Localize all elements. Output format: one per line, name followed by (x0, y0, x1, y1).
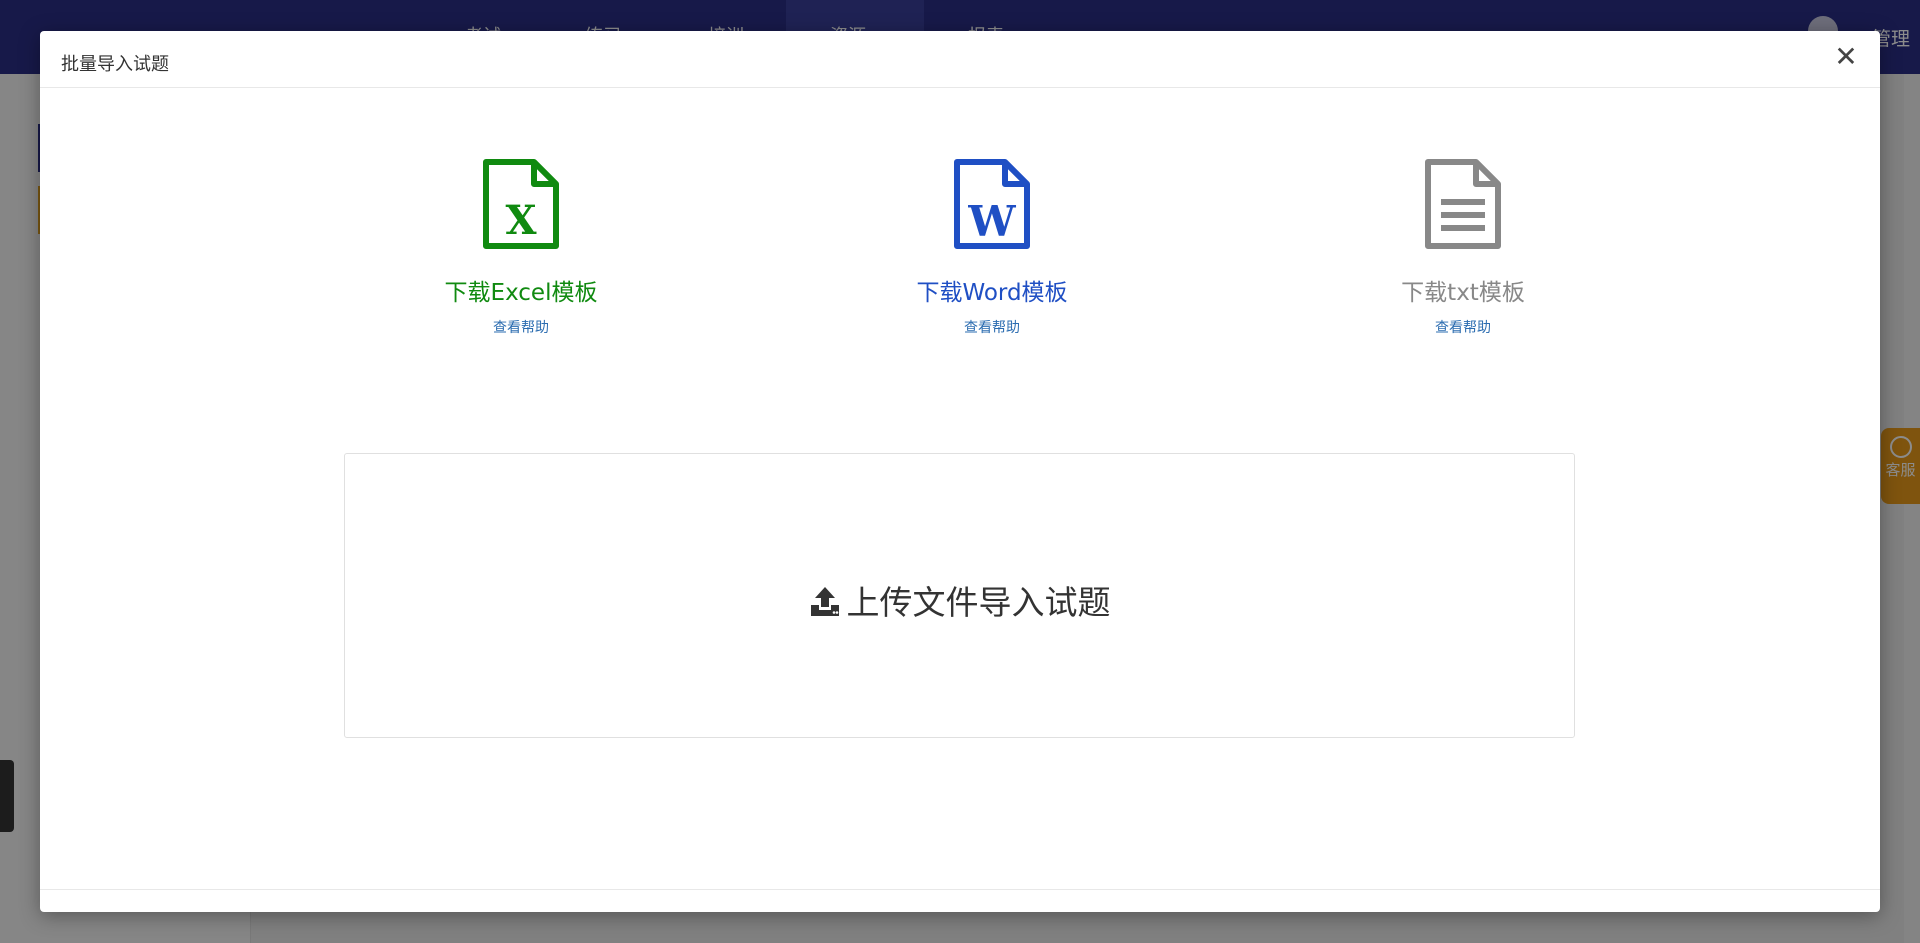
word-template-card: W 下载Word模板 查看帮助 (872, 159, 1112, 337)
upload-label: 上传文件导入试题 (846, 583, 1111, 622)
import-questions-dialog: 批量导入试题 ✕ X 下载Excel模板 查看帮助 W 下载Word模板 查看帮… (40, 31, 1880, 912)
excel-file-icon[interactable]: X (482, 159, 560, 249)
txt-help-link[interactable]: 查看帮助 (1343, 317, 1583, 337)
txt-file-icon[interactable] (1424, 159, 1502, 249)
dialog-title: 批量导入试题 (61, 54, 169, 75)
upload-icon (810, 587, 839, 616)
upload-button[interactable]: 上传文件导入试题 (345, 576, 1574, 624)
excel-help-link[interactable]: 查看帮助 (401, 317, 641, 337)
upload-drop-area[interactable]: 上传文件导入试题 (344, 453, 1575, 738)
dialog-header: 批量导入试题 ✕ (40, 31, 1880, 88)
download-txt-template-link[interactable]: 下载txt模板 (1343, 273, 1583, 307)
excel-glyph: X (505, 197, 536, 244)
word-glyph: W (967, 197, 1016, 246)
excel-template-card: X 下载Excel模板 查看帮助 (401, 159, 641, 337)
close-icon[interactable]: ✕ (1832, 43, 1860, 71)
dialog-footer (40, 889, 1880, 912)
download-excel-template-link[interactable]: 下载Excel模板 (401, 273, 641, 307)
txt-template-card: 下载txt模板 查看帮助 (1343, 159, 1583, 337)
word-file-icon[interactable]: W (953, 159, 1031, 249)
template-downloads: X 下载Excel模板 查看帮助 W 下载Word模板 查看帮助 下载txt模板… (40, 159, 1880, 359)
download-word-template-link[interactable]: 下载Word模板 (872, 273, 1112, 307)
word-help-link[interactable]: 查看帮助 (872, 317, 1112, 337)
